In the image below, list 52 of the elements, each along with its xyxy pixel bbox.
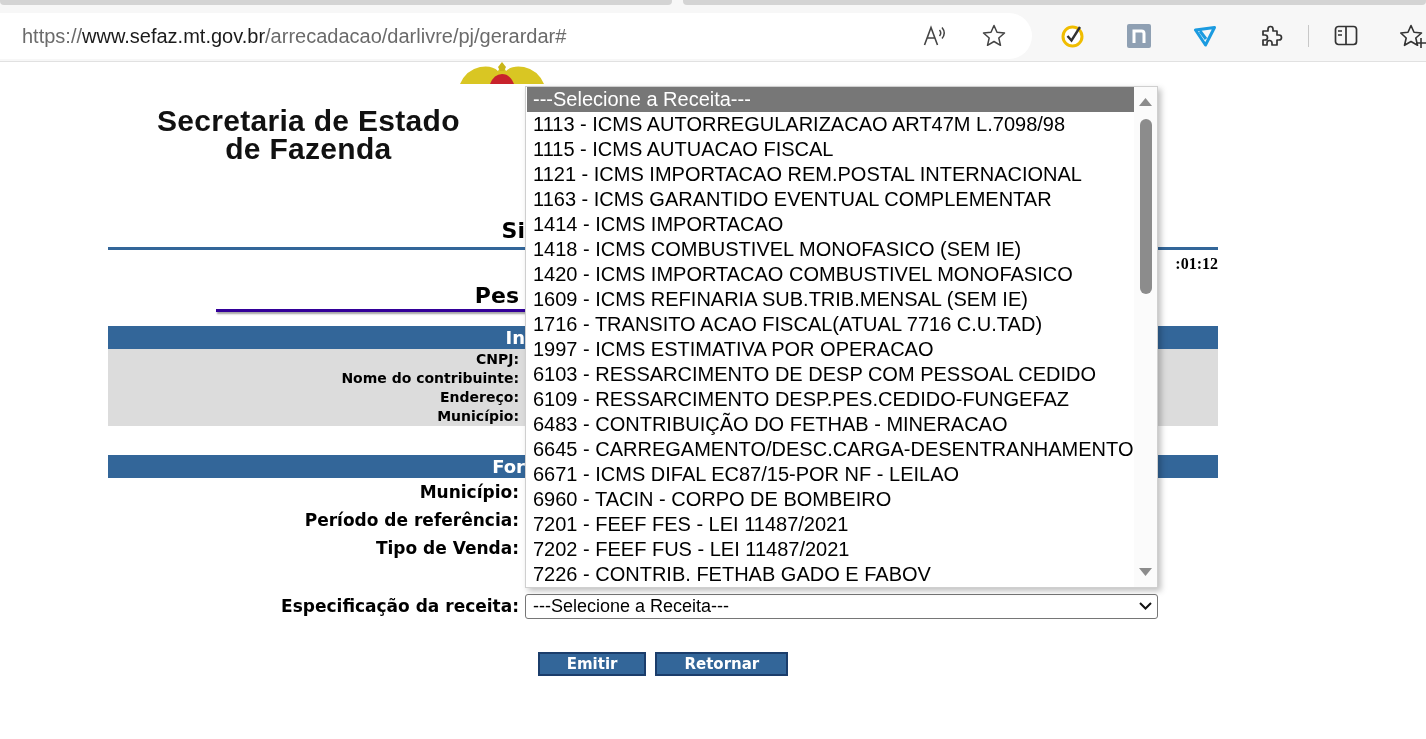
- dropdown-option[interactable]: 1609 - ICMS REFINARIA SUB.TRIB.MENSAL (SEM IE): [527, 287, 1134, 312]
- field-label: Nome do contribuinte:: [341, 369, 519, 388]
- page-title: Si: [501, 218, 525, 244]
- receita-select[interactable]: ---Selecione a Receita---: [525, 593, 1158, 619]
- field-label: Especificação da receita:: [281, 595, 519, 617]
- field-label: Município:: [437, 407, 519, 426]
- section-title: For: [492, 455, 525, 478]
- scroll-down-arrow-icon[interactable]: [1139, 568, 1152, 576]
- dropdown-option[interactable]: 1997 - ICMS ESTIMATIVA POR OPERACAO: [527, 337, 1134, 362]
- dropdown-option[interactable]: 1121 - ICMS IMPORTACAO REM.POSTAL INTERNACIONAL: [527, 162, 1134, 187]
- section-title: In: [505, 326, 525, 349]
- dropdown-option[interactable]: 1414 - ICMS IMPORTACAO: [527, 212, 1134, 237]
- dropdown-option[interactable]: 1716 - TRANSITO ACAO FISCAL(ATUAL 7716 C.U.TAD): [527, 312, 1134, 337]
- check-circle-icon[interactable]: [1060, 23, 1085, 48]
- dropdown-option[interactable]: 6645 - CARREGAMENTO/DESC.CARGA-DESENTRANHAMENTO: [527, 437, 1134, 462]
- dropdown-option[interactable]: 6960 - TACIN - CORPO DE BOMBEIRO: [527, 487, 1134, 512]
- dropdown-option[interactable]: 1113 - ICMS AUTORREGULARIZACAO ART47M L.7098/98: [527, 112, 1134, 137]
- agency-name: Secretaria de Estado de Fazenda: [157, 107, 460, 163]
- favorite-star-icon[interactable]: [982, 24, 1006, 47]
- field-label: CNPJ:: [475, 350, 519, 369]
- scrollbar-thumb[interactable]: [1139, 119, 1152, 294]
- dropdown-option[interactable]: 7202 - FEEF FUS - LEI 11487/2021: [527, 537, 1134, 562]
- dropdown-option[interactable]: 7201 - FEEF FES - LEI 11487/2021: [527, 512, 1134, 537]
- action-button[interactable]: Retornar: [655, 652, 789, 676]
- dropdown-option[interactable]: 6671 - ICMS DIFAL EC87/15-POR NF - LEILAO: [527, 462, 1134, 487]
- puzzle-icon[interactable]: [1259, 23, 1283, 48]
- dropdown-option[interactable]: 1115 - ICMS AUTUACAO FISCAL: [527, 137, 1134, 162]
- scroll-up-arrow-icon[interactable]: [1139, 98, 1152, 106]
- address-bar[interactable]: https://www.sefaz.mt.gov.br/arrecadacao/darlivre/pj/gerardar#: [0, 12, 1032, 59]
- read-aloud-icon[interactable]: [923, 24, 947, 47]
- dropdown-option[interactable]: 1418 - ICMS COMBUSTIVEL MONOFASICO (SEM IE): [527, 237, 1134, 262]
- url-text[interactable]: https://www.sefaz.mt.gov.br/arrecadacao/darlivre/pj/gerardar#: [22, 20, 567, 51]
- dropdown-option[interactable]: 1420 - ICMS IMPORTACAO COMBUSTIVEL MONOFASICO: [527, 262, 1134, 287]
- paper-plane-icon[interactable]: [1193, 24, 1217, 47]
- dropdown-option[interactable]: 7226 - CONTRIB. FETHAB GADO E FABOV: [527, 562, 1134, 587]
- favorites-icon[interactable]: [1400, 23, 1426, 48]
- time-text: :01:12: [1175, 256, 1218, 272]
- field-label: Tipo de Venda:: [375, 537, 519, 559]
- split-screen-icon[interactable]: [1334, 25, 1358, 46]
- chevron-down-icon: [1139, 602, 1152, 610]
- field-label: Endereço:: [440, 388, 519, 407]
- dropdown-option[interactable]: 1163 - ICMS GARANTIDO EVENTUAL COMPLEMENTAR: [527, 187, 1134, 212]
- dropdown-option[interactable]: 6483 - CONTRIBUIÇÃO DO FETHAB - MINERACAO: [527, 412, 1134, 437]
- dropdown-option[interactable]: 6103 - RESSARCIMENTO DE DESP COM PESSOAL CEDIDO: [527, 362, 1134, 387]
- dropdown-option[interactable]: 6109 - RESSARCIMENTO DESP.PES.CEDIDO-FUNGEFAZ: [527, 387, 1134, 412]
- action-button[interactable]: Emitir: [537, 652, 647, 676]
- crest-icon: [459, 62, 544, 84]
- page-subtitle: Pes: [474, 284, 520, 308]
- field-label: Município:: [419, 481, 519, 503]
- field-label: Período de referência:: [304, 509, 519, 531]
- tile-icon[interactable]: [1127, 23, 1151, 48]
- dropdown-option[interactable]: ---Selecione a Receita---: [527, 87, 1134, 112]
